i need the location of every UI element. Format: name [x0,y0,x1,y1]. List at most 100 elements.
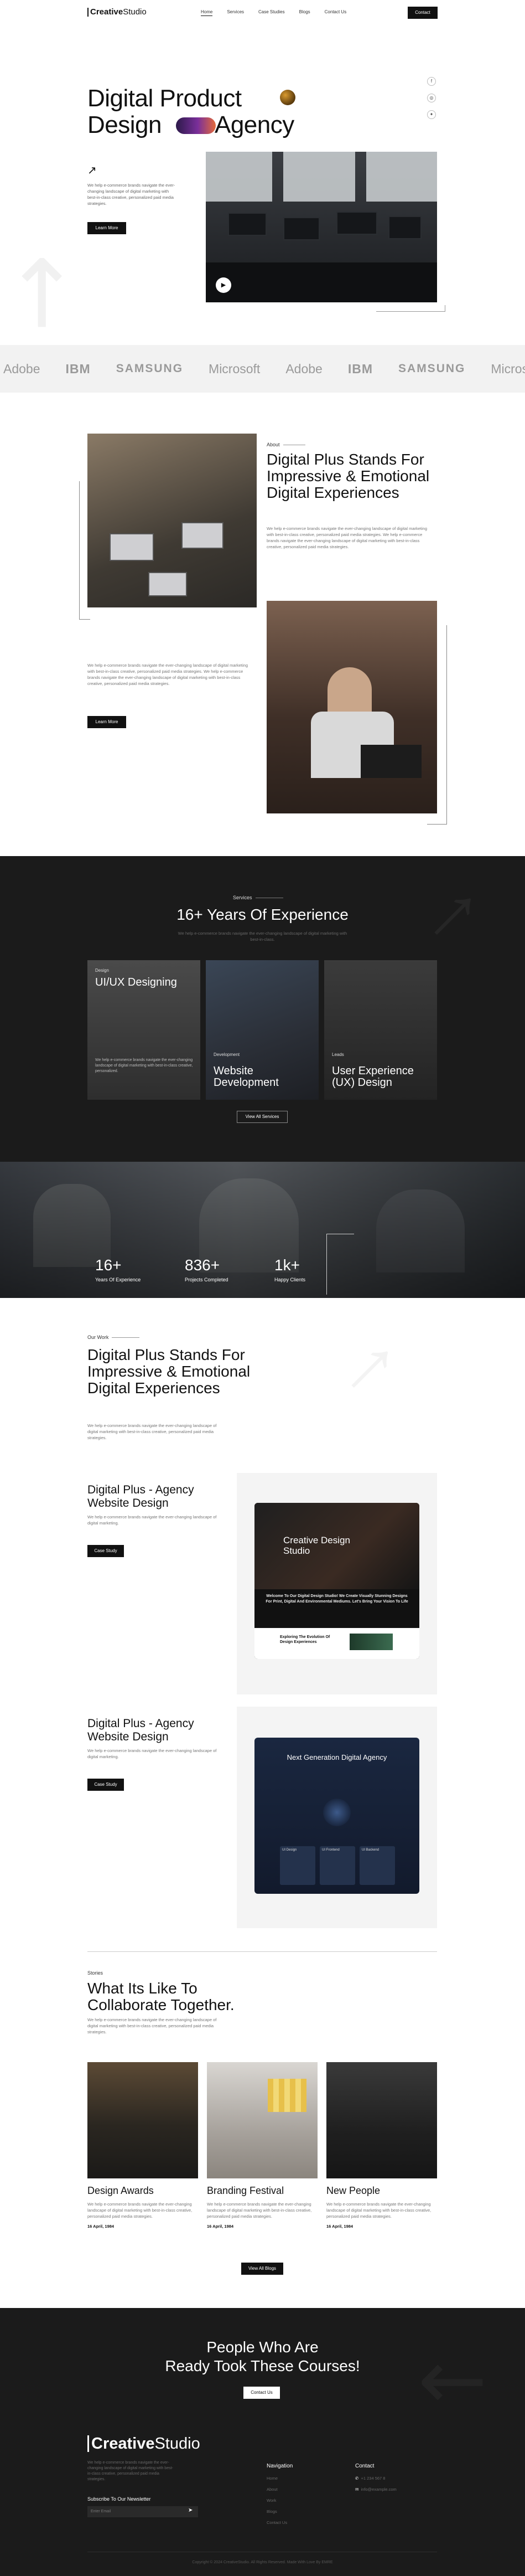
service-card-web-development[interactable]: Development Website Development [206,960,319,1100]
project-title: Digital Plus - Agency Website Design [87,1483,194,1509]
stat-projects: 836+ Projects Completed [185,1256,228,1283]
mockup-heading: Creative Design Studio [283,1535,350,1556]
cta-heading: People Who Are Ready Took These Courses! [165,2338,360,2374]
blog-description: We help e-commerce brands navigate the e… [326,2202,432,2219]
work-paragraph: We help e-commerce brands navigate the e… [87,1423,217,1440]
nav-link-home[interactable]: Home [201,9,213,16]
services-title: 16+ Years Of Experience [176,906,349,923]
service-card-category: Development [214,1052,240,1057]
project-preview-card[interactable]: Creative Design Studio Welcome To Our Di… [237,1473,437,1694]
case-study-button[interactable]: Case Study [87,1779,124,1791]
about-paragraph: We help e-commerce brands navigate the e… [267,526,428,549]
blog-card[interactable]: Design Awards We help e-commerce brands … [87,2062,198,2229]
partner-logo-ibm: IBM [65,361,91,376]
blog-card[interactable]: New People We help e-commerce brands nav… [326,2062,437,2229]
hero-office-image [206,152,437,302]
arrow-icon: ↗ [87,164,97,177]
view-all-services-button[interactable]: View All Services [237,1111,288,1123]
project-description: We help e-commerce brands navigate the e… [87,1748,217,1759]
mockup-column: UI Frontend [320,1846,355,1885]
footer-contact: Contact ✆ +1 234 567 8 ✉ info@example.co… [355,2463,397,2498]
blog-title: New People [326,2185,381,2196]
twitter-icon[interactable]: ✦ [427,110,436,119]
hero-section: ↗ Digital Product Design Agency f ◎ ✦ ↗ W… [0,25,525,357]
project-description: We help e-commerce brands navigate the e… [87,1514,217,1526]
blog-card[interactable]: Branding Festival We help e-commerce bra… [207,2062,318,2229]
stat-years: 16+ Years Of Experience [95,1256,141,1283]
stats-section: 16+ Years Of Experience 836+ Projects Comp… [0,1162,525,1298]
footer-link-blogs[interactable]: Blogs [267,2509,293,2514]
service-card-title: UI/UX Designing [95,976,177,988]
section-label: About [267,442,305,447]
footer-email[interactable]: ✉ info@example.com [355,2487,397,2492]
work-section: ↑ Our Work Digital Plus Stands For Impre… [0,1298,525,2308]
decorative-orb [280,90,295,105]
nav-link-case-studies[interactable]: Case Studies [258,9,285,16]
blog-date: 16 April, 1984 [326,2224,354,2229]
about-paragraph: We help e-commerce brands navigate the e… [87,663,248,686]
about-title: Digital Plus Stands For Impressive & Emo… [267,451,430,501]
decorative-frame-line [376,305,445,312]
nav-link-services[interactable]: Services [227,9,244,16]
facebook-icon[interactable]: f [427,77,436,86]
learn-more-button[interactable]: Learn More [87,716,126,728]
partner-logo-microsoft: Microsoft [209,361,261,376]
mockup-column: UI Design [280,1846,315,1885]
decorative-arrow-icon: ↗ [0,226,105,357]
logo[interactable]: CreativeStudio [87,8,147,17]
blog-date: 16 April, 1984 [87,2224,115,2229]
stat-clients: 1k+ Happy Clients [274,1256,306,1283]
service-card-uiux[interactable]: Design UI/UX Designing We help e-commerc… [87,960,200,1100]
learn-more-button[interactable]: Learn More [87,222,126,234]
phone-icon: ✆ [355,2476,359,2481]
project-preview-card[interactable]: Next Generation Digital Agency UI Design… [237,1707,437,1928]
blog-image [207,2062,318,2178]
project-mockup: Creative Design Studio Welcome To Our Di… [254,1503,419,1659]
service-card-category: Leads [332,1052,344,1057]
copyright-text: Copyright © 2024 CreativeStudio. All Rig… [192,2560,333,2564]
service-card-title: User Experience (UX) Design [332,1065,414,1089]
blog-image [87,2062,198,2178]
section-label: Services [233,895,283,900]
footer-section: ↙ People Who Are Ready Took These Course… [0,2308,525,2576]
blog-description: We help e-commerce brands navigate the e… [87,2202,193,2219]
service-card-description: We help e-commerce brands navigate the e… [95,1058,193,1073]
blog-title: Branding Festival [207,2185,284,2196]
service-card-ux-design[interactable]: Leads User Experience (UX) Design [324,960,437,1100]
mockup-heading: Next Generation Digital Agency [287,1753,387,1761]
contact-us-button[interactable]: Contact Us [243,2387,280,2399]
newsletter-email-input[interactable]: Enter Email [87,2506,198,2517]
footer-link-contact[interactable]: Contact Us [267,2520,293,2525]
footer-link-about[interactable]: About [267,2487,293,2492]
services-subtitle: We help e-commerce brands navigate the e… [178,931,347,942]
top-navbar: CreativeStudio Home Services Case Studie… [0,0,525,25]
footer-link-work[interactable]: Work [267,2498,293,2503]
contact-button[interactable]: Contact [408,7,438,19]
send-icon[interactable]: ➤ [188,2507,193,2513]
view-all-blogs-button[interactable]: View All Blogs [241,2263,283,2275]
nav-links: Home Services Case Studies Blogs Contact… [201,9,346,16]
footer-contact-title: Contact [355,2463,375,2469]
mail-icon: ✉ [355,2487,359,2492]
play-video-icon[interactable]: ▶ [216,277,231,293]
nav-link-contact-us[interactable]: Contact Us [325,9,347,16]
footer-paragraph: We help e-commerce brands navigate the e… [87,2461,173,2481]
work-title: Digital Plus Stands For Impressive & Emo… [87,1346,251,1397]
stories-paragraph: We help e-commerce brands navigate the e… [87,2017,217,2034]
service-card-category: Design [95,968,109,973]
footer-link-home[interactable]: Home [267,2476,293,2481]
footer-logo[interactable]: CreativeStudio [87,2435,200,2452]
about-person-image [267,601,437,813]
decorative-frame-line [326,1234,354,1295]
about-team-image [87,434,257,607]
divider [87,1951,437,1952]
section-label: Our Work [87,1335,139,1340]
instagram-icon[interactable]: ◎ [427,94,436,102]
project-title: Digital Plus - Agency Website Design [87,1717,194,1743]
mockup-caption: Exploring The Evolution Of Design Experi… [280,1635,330,1644]
nav-link-blogs[interactable]: Blogs [299,9,310,16]
footer-phone[interactable]: ✆ +1 234 567 8 [355,2476,397,2481]
newsletter-label: Subscribe To Our Newsletter [87,2496,151,2502]
partner-logo-adobe: Adobe [3,361,40,376]
case-study-button[interactable]: Case Study [87,1545,124,1557]
